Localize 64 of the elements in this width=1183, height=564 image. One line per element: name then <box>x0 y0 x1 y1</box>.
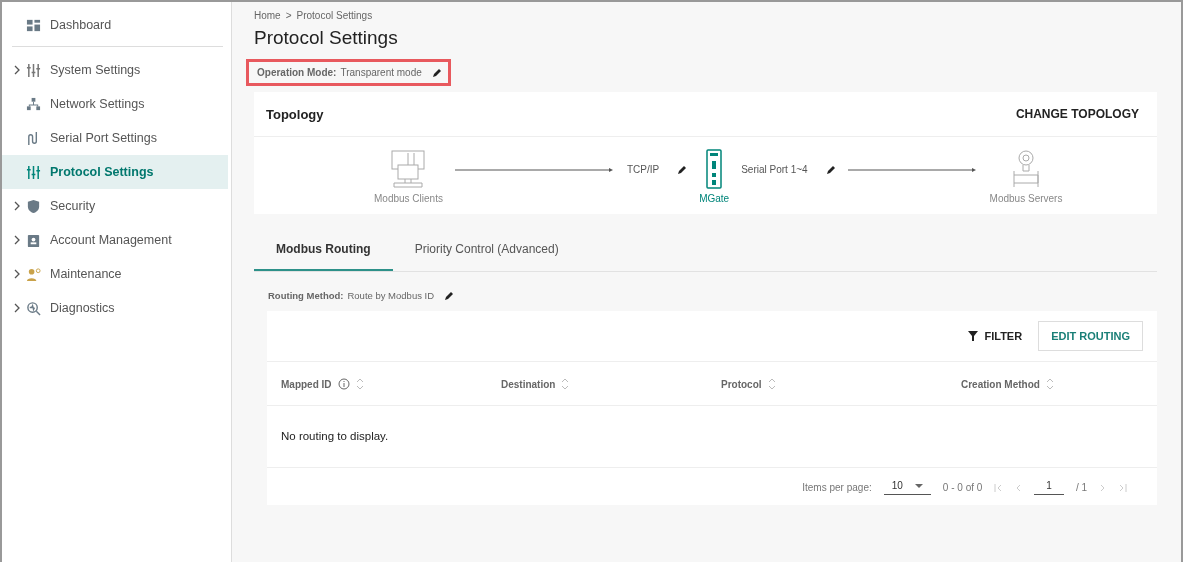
sidebar-item[interactable]: System Settings <box>2 53 228 87</box>
chevron-icon <box>14 303 20 313</box>
edit-icon[interactable] <box>431 67 442 78</box>
filter-icon <box>968 331 979 341</box>
gateway-device-icon <box>706 149 723 189</box>
sort-icon <box>561 378 570 390</box>
link-label: TCP/IP <box>626 164 660 175</box>
column-header[interactable]: Destination <box>501 378 570 390</box>
change-topology-button[interactable]: CHANGE TOPOLOGY <box>1009 106 1145 122</box>
page-total: / 1 <box>1075 482 1087 493</box>
sort-icon <box>1045 378 1054 390</box>
breadcrumb-separator: > <box>285 10 292 21</box>
field-label: Routing Method: <box>268 290 344 301</box>
shield-icon <box>26 198 41 214</box>
sliders-icon <box>26 164 41 180</box>
info-icon <box>337 378 350 390</box>
sidebar-item[interactable]: Serial Port Settings <box>2 121 228 155</box>
sliders-icon <box>26 62 41 78</box>
link-label: Serial Port 1~4 <box>741 164 808 175</box>
page-size-select[interactable]: 10 <box>883 480 931 495</box>
edit-icon[interactable] <box>444 290 455 301</box>
edit-routing-button[interactable]: EDIT ROUTING <box>1038 321 1143 351</box>
sidebar-item[interactable]: Security <box>2 189 228 223</box>
chevron-icon <box>14 65 20 75</box>
field-value: Route by Modbus ID <box>347 290 435 301</box>
person-gear-icon <box>26 266 41 282</box>
sidebar-item[interactable]: Account Management <box>2 223 228 257</box>
node-label: MGate <box>699 193 730 204</box>
chevron-icon <box>14 201 20 211</box>
sort-icon <box>355 378 364 390</box>
field-label: Operation Mode: <box>257 67 337 78</box>
edit-icon[interactable] <box>825 164 836 175</box>
magnifier-icon <box>26 300 41 316</box>
column-header[interactable]: Protocol <box>721 378 776 390</box>
edit-icon[interactable] <box>677 164 688 175</box>
sort-icon <box>767 378 776 390</box>
sidebar-item[interactable]: Maintenance <box>2 257 228 291</box>
breadcrumb-link[interactable]: Home <box>254 10 281 21</box>
sidebar-item[interactable]: Diagnostics <box>2 291 228 325</box>
column-header[interactable]: Mapped ID <box>281 378 364 390</box>
dropdown-icon <box>914 483 923 488</box>
chevron-icon <box>14 269 20 279</box>
node-label: Modbus Servers <box>989 193 1063 204</box>
page-input[interactable]: 1 <box>1034 480 1064 495</box>
dashboard-icon <box>26 17 41 33</box>
card-title: Topology <box>266 106 324 122</box>
badge-icon <box>26 232 41 248</box>
sidebar-item[interactable]: Protocol Settings <box>2 155 228 189</box>
column-header[interactable]: Creation Method <box>961 378 1054 390</box>
range-label: 0 - 0 of 0 <box>942 482 983 493</box>
page-title: Protocol Settings <box>254 27 399 49</box>
chevron-icon <box>14 235 20 245</box>
tab[interactable]: Modbus Routing <box>254 230 393 271</box>
breadcrumb-link[interactable]: Protocol Settings <box>296 10 373 21</box>
tab[interactable]: Priority Control (Advanced) <box>392 230 581 271</box>
node-label: Modbus Clients <box>374 193 443 204</box>
network-icon <box>26 96 41 112</box>
filter-button[interactable]: FILTER <box>962 329 1029 343</box>
items-per-page-label: Items per page: <box>802 482 872 493</box>
sidebar-item[interactable]: Dashboard <box>2 8 228 42</box>
empty-message: No routing to display. <box>281 430 389 442</box>
flow-meter-icon <box>1011 149 1041 189</box>
sidebar-item[interactable]: Network Settings <box>2 87 228 121</box>
field-value: Transparent mode <box>340 67 422 78</box>
